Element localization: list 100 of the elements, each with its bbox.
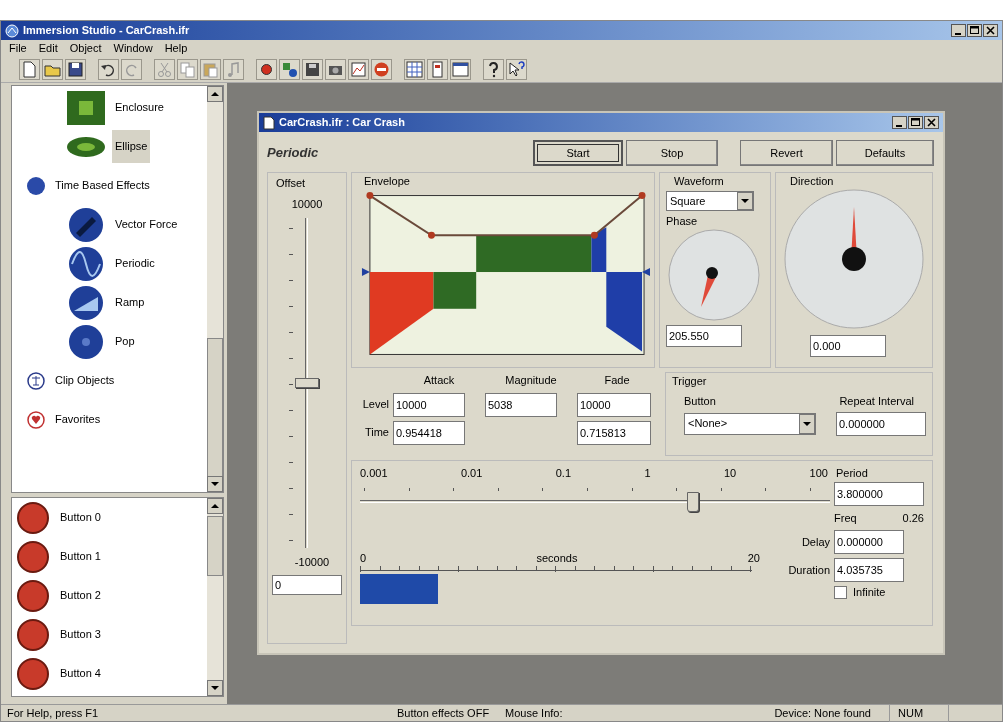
- list-item[interactable]: Button 4: [60, 665, 101, 682]
- direction-field[interactable]: 0.000: [810, 335, 886, 357]
- slider-thumb[interactable]: [295, 378, 319, 388]
- tree-item[interactable]: Time Based Effects: [52, 169, 153, 202]
- tree-item[interactable]: Vector Force: [112, 208, 181, 241]
- tree-item[interactable]: Periodic: [112, 247, 158, 280]
- field-label: Repeat Interval: [839, 394, 914, 409]
- field-label: Period: [835, 466, 869, 481]
- ramp-icon: [66, 284, 106, 321]
- close-icon[interactable]: [983, 24, 998, 37]
- scroll-thumb[interactable]: [207, 338, 223, 478]
- infinite-checkbox[interactable]: [834, 585, 847, 599]
- tree-item[interactable]: Enclosure: [112, 91, 167, 124]
- param-field[interactable]: 5038: [485, 392, 557, 417]
- round-button-icon: [16, 617, 50, 652]
- square-icon: [66, 89, 106, 126]
- scale-label: 0: [360, 550, 367, 566]
- new-file-icon[interactable]: [20, 60, 39, 79]
- tree-item[interactable]: Clip Objects: [52, 364, 118, 397]
- save-icon[interactable]: [66, 60, 85, 79]
- menu-item[interactable]: Help: [164, 40, 188, 57]
- scrollbar[interactable]: [207, 498, 223, 696]
- param-field[interactable]: 0.954418: [393, 420, 465, 445]
- status-text: Device: None found: [773, 705, 872, 721]
- maximize-icon[interactable]: [967, 24, 982, 37]
- delay-field[interactable]: 0.000000: [834, 530, 904, 554]
- param-field[interactable]: 10000: [393, 392, 465, 417]
- tree-item[interactable]: Pop: [112, 325, 138, 358]
- action-button[interactable]: Defaults: [836, 140, 934, 166]
- axis-label: seconds: [536, 550, 578, 566]
- ball-icon: [66, 323, 106, 360]
- column-header: Attack: [422, 373, 456, 388]
- scale-label: 10000: [291, 196, 323, 212]
- phase-field[interactable]: 205.550: [666, 325, 742, 347]
- offset-field[interactable]: 0: [272, 574, 342, 595]
- direction-dial-drawing[interactable]: [782, 187, 926, 331]
- app-icon: [5, 23, 19, 38]
- list-item[interactable]: Button 3: [60, 626, 101, 643]
- param-field[interactable]: 10000: [577, 392, 651, 417]
- duration-field[interactable]: 4.035735: [834, 558, 904, 582]
- scroll-down-icon[interactable]: [207, 680, 223, 696]
- menu-item[interactable]: File: [9, 40, 27, 57]
- group-label: Offset: [275, 176, 306, 191]
- window-title: Immersion Studio - CarCrash.ifr: [23, 23, 191, 39]
- list-item[interactable]: Button 1: [60, 548, 101, 565]
- period-field[interactable]: 3.800000: [834, 481, 924, 506]
- tree-item[interactable]: Ellipse: [112, 130, 151, 163]
- window-title: CarCrash.ifr : Car Crash: [279, 115, 406, 131]
- menu-item[interactable]: Window: [113, 40, 153, 57]
- scale-label: 0.001: [360, 466, 388, 481]
- status-text: Mouse Info:: [505, 705, 564, 721]
- tree-item[interactable]: Favorites: [52, 403, 104, 436]
- list-item[interactable]: Button 0: [60, 509, 101, 526]
- effect-name: Periodic: [267, 144, 320, 163]
- status-text: Button effects OFF: [397, 705, 491, 721]
- tree-item[interactable]: Ramp: [112, 286, 148, 319]
- field-label: Duration: [787, 562, 830, 578]
- status-text: For Help, press F1: [7, 705, 100, 721]
- action-button[interactable]: Start: [533, 140, 623, 166]
- close-icon[interactable]: [924, 116, 939, 129]
- minimize-icon[interactable]: [892, 116, 907, 129]
- scroll-down-icon[interactable]: [207, 476, 223, 492]
- column-header: Magnitude: [504, 373, 558, 388]
- waveform-dropdown[interactable]: Square: [666, 191, 754, 211]
- repeat-interval-field[interactable]: 0.000000: [836, 411, 926, 436]
- chart-icon[interactable]: [349, 60, 368, 79]
- scale-label: 1: [644, 466, 651, 481]
- field-label: Freq: [834, 510, 857, 526]
- group-label: Trigger: [672, 374, 708, 387]
- dropdown-value: Square: [670, 193, 706, 209]
- field-label: Button: [684, 394, 716, 409]
- scroll-up-icon[interactable]: [207, 498, 223, 514]
- shapes-icon[interactable]: [280, 60, 299, 79]
- stop-sign-icon[interactable]: [372, 60, 391, 79]
- pen-icon: [66, 206, 106, 243]
- field-label: Phase: [666, 214, 699, 227]
- scale-label: 0.01: [460, 466, 483, 481]
- minimize-icon[interactable]: [951, 24, 966, 37]
- scroll-up-icon[interactable]: [207, 86, 223, 102]
- trigger-dropdown[interactable]: <None>: [684, 412, 816, 435]
- action-button[interactable]: Revert: [740, 140, 833, 166]
- menu-item[interactable]: Object: [69, 40, 102, 57]
- scrollbar[interactable]: [207, 86, 223, 492]
- round-button-icon: [16, 539, 50, 574]
- group-label: Envelope: [363, 174, 411, 187]
- menu-item[interactable]: Edit: [38, 40, 58, 57]
- phase-dial-drawing[interactable]: [666, 227, 762, 323]
- paste-icon[interactable]: [201, 60, 220, 79]
- window-icon[interactable]: [451, 60, 470, 79]
- list-item[interactable]: Button 2: [60, 587, 101, 604]
- param-field[interactable]: 0.715813: [577, 420, 651, 445]
- slider-thumb[interactable]: [686, 491, 699, 512]
- context-help-icon[interactable]: [507, 60, 526, 79]
- action-button[interactable]: Stop: [626, 140, 718, 166]
- sine-wave-icon: [66, 245, 106, 282]
- scroll-thumb[interactable]: [207, 516, 223, 576]
- grid-icon[interactable]: [405, 60, 424, 79]
- checkbox-label: Infinite: [853, 585, 886, 600]
- row-label: Level: [361, 397, 390, 413]
- maximize-icon[interactable]: [908, 116, 923, 129]
